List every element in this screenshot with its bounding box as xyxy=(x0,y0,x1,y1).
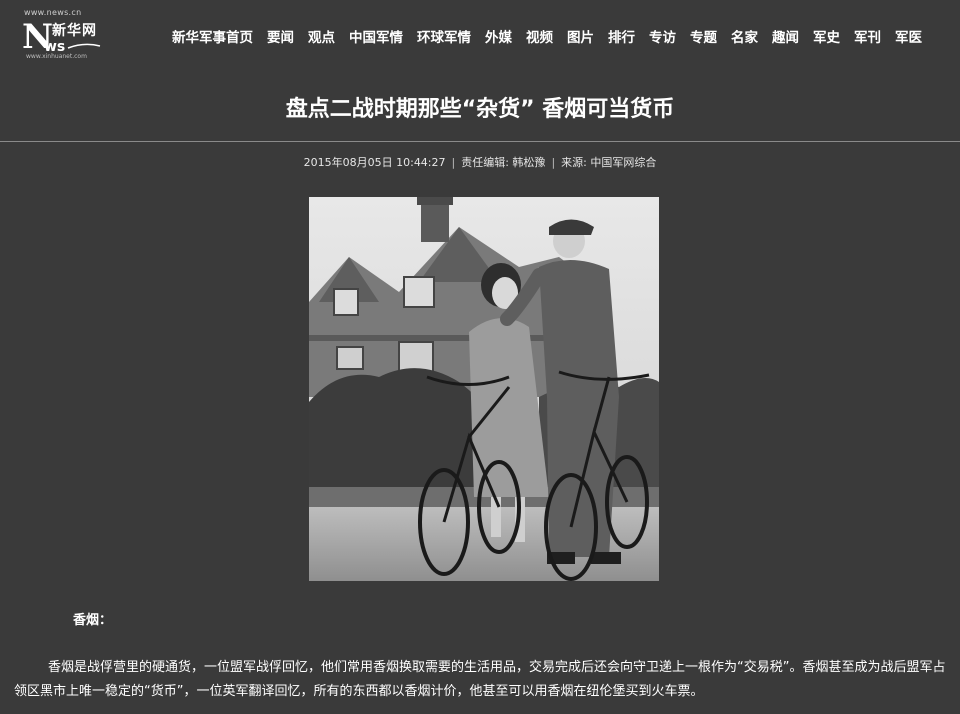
nav-item-home[interactable]: 新华军事首页 xyxy=(172,26,253,46)
nav-item-topics[interactable]: 专题 xyxy=(690,26,717,46)
logo-brand-cn: 新华网 xyxy=(52,23,97,39)
nav-item-headlines[interactable]: 要闻 xyxy=(267,26,294,46)
nav-item-rankings[interactable]: 排行 xyxy=(608,26,635,46)
nav-item-journal[interactable]: 军刊 xyxy=(854,26,881,46)
article-paragraph: 香烟是战俘营里的硬通货，一位盟军战俘回忆，他们常用香烟换取需要的生活用品，交易完… xyxy=(14,660,946,699)
article-photo xyxy=(309,197,659,581)
nav-item-experts[interactable]: 名家 xyxy=(731,26,758,46)
nav-item-medicine[interactable]: 军医 xyxy=(895,26,922,46)
logo-sub-url: www.xinhuanet.com xyxy=(26,53,87,60)
nav-item-history[interactable]: 军史 xyxy=(813,26,840,46)
nav-item-interviews[interactable]: 专访 xyxy=(649,26,676,46)
article-meta: 2015年08月05日 10:44:27 | 责任编辑: 韩松豫 | 来源: 中国军网综… xyxy=(0,154,960,170)
meta-separator: | xyxy=(551,156,556,169)
article-source: 来源: 中国军网综合 xyxy=(561,156,657,169)
svg-text:ws: ws xyxy=(44,39,65,54)
article-title: 盘点二战时期那些“杂货” 香烟可当货币 xyxy=(285,97,675,122)
section-heading: 香烟： xyxy=(73,613,113,628)
meta-separator: | xyxy=(451,156,456,169)
title-divider xyxy=(0,141,960,142)
logo-site-url: www.news.cn xyxy=(24,8,82,17)
main-nav: 新华军事首页 要闻 观点 中国军情 环球军情 外媒 视频 图片 排行 专访 专题… xyxy=(172,26,936,46)
article-editor: 责任编辑: 韩松豫 xyxy=(461,156,546,169)
nav-item-video[interactable]: 视频 xyxy=(526,26,553,46)
article-datetime: 2015年08月05日 10:44:27 xyxy=(303,156,446,169)
nav-item-global-military[interactable]: 环球军情 xyxy=(417,26,471,46)
nav-item-china-military[interactable]: 中国军情 xyxy=(349,26,403,46)
couple-bicycles-photo xyxy=(309,197,659,581)
nav-item-anecdotes[interactable]: 趣闻 xyxy=(772,26,799,46)
nav-item-opinion[interactable]: 观点 xyxy=(308,26,335,46)
nav-item-photos[interactable]: 图片 xyxy=(567,26,594,46)
site-logo[interactable]: www.news.cn N ws 新华网 www.xinhuanet.com xyxy=(22,8,102,62)
nav-item-foreign-media[interactable]: 外媒 xyxy=(485,26,512,46)
